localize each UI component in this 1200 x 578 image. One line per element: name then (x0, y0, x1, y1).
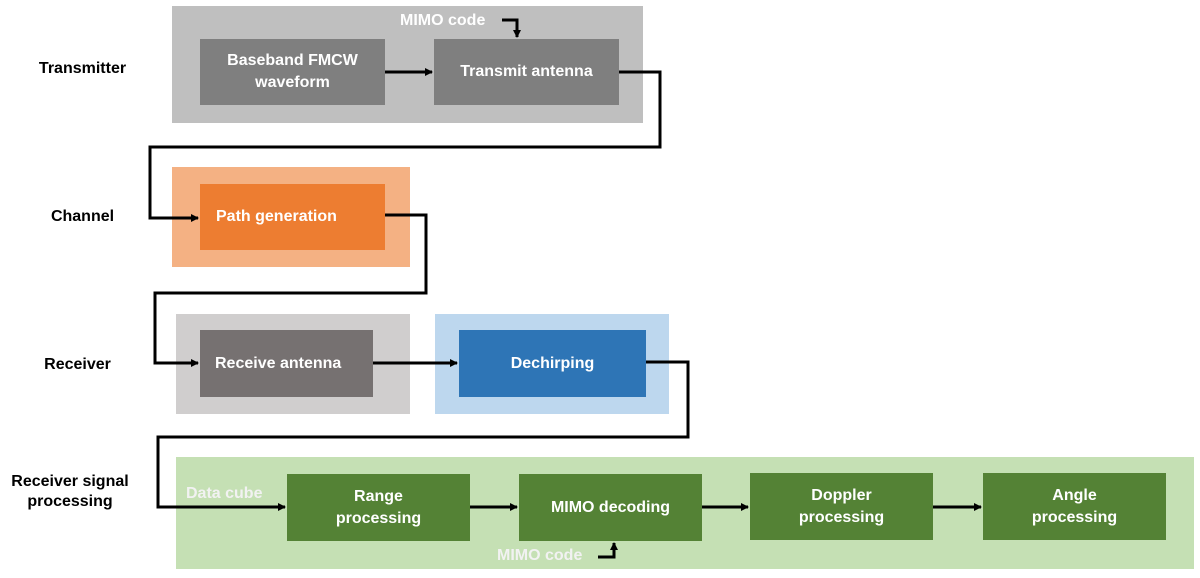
tx-mimo-code-arrow (502, 18, 521, 38)
path-generation-to-receive-arrow (153, 213, 428, 367)
connector-wires (148, 18, 982, 559)
dechirping-to-range-arrow (156, 360, 690, 511)
rx-mimo-code-arrow (598, 542, 618, 559)
transmit-to-path-generation-arrow (148, 70, 662, 222)
